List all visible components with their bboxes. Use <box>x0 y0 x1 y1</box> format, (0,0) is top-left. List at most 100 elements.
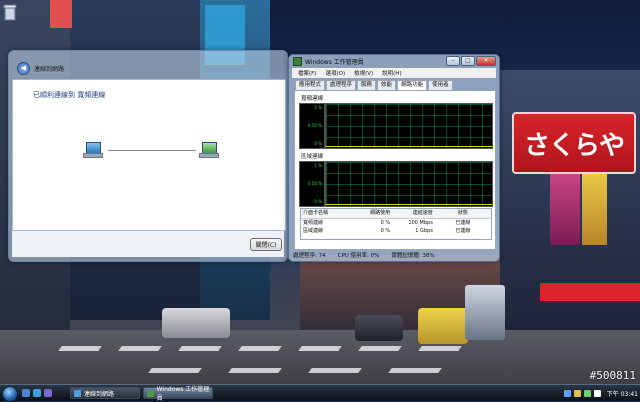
broadband-graph-axis: 1 % 0.50 % 0 % <box>299 103 325 149</box>
col-link-speed[interactable]: 連結速度 <box>392 209 435 218</box>
crosswalk-stripe <box>148 368 202 373</box>
connect-dialog: ◀ 連線到網路 已順利連線到 寬頻連線 關閉(C) <box>8 50 288 262</box>
tab-processes[interactable]: 處理程序 <box>326 80 357 90</box>
cell-speed: 100 Mbps <box>408 220 433 226</box>
taskmgr-icon <box>147 389 154 397</box>
local-graph-axis: 1 % 0.50 % 0 % <box>299 161 325 207</box>
window-close-button[interactable]: ✕ <box>476 56 496 66</box>
car <box>162 308 230 338</box>
back-button[interactable]: ◀ <box>17 61 30 75</box>
crosswalk-stripe <box>118 346 162 351</box>
usage-line <box>326 204 492 205</box>
crosswalk-stripe <box>58 346 102 351</box>
minimize-button[interactable]: – <box>446 56 460 66</box>
tab-applications[interactable]: 應用程式 <box>295 80 326 90</box>
tab-users[interactable]: 使用者 <box>428 80 453 90</box>
connection-line <box>108 150 196 151</box>
close-icon: ✕ <box>483 57 489 64</box>
taskmgr-menubar: 檔案(F) 選項(O) 檢視(V) 說明(H) <box>292 68 496 78</box>
quicklaunch-ie-icon[interactable] <box>33 389 41 397</box>
quicklaunch-switch-icon[interactable] <box>44 389 52 397</box>
taskbar-item-label: Windows 工作管理員 <box>156 386 210 402</box>
close-button[interactable]: 關閉(C) <box>250 238 282 251</box>
connection-message: 已順利連線到 寬頻連線 <box>33 91 106 99</box>
tray-volume-icon[interactable] <box>573 389 581 397</box>
status-memory: 實體記憶體: 38% <box>391 252 435 259</box>
maximize-icon: □ <box>465 57 471 64</box>
tray-taskmgr-icon[interactable] <box>583 389 591 397</box>
y-tick: 0 % <box>314 141 322 146</box>
crosswalk-stripe <box>358 346 402 351</box>
cell-name: 寬頻連線 <box>303 220 324 226</box>
taskbar-item-connect[interactable]: 連線到網路 <box>70 387 140 399</box>
crosswalk-stripe <box>308 368 362 373</box>
tray-network-icon[interactable] <box>563 389 571 397</box>
neon-sign <box>540 283 640 301</box>
clock[interactable]: 下午 03:41 <box>607 389 638 398</box>
cell-usage: 0 % <box>380 228 391 234</box>
crosswalk-stripe <box>178 346 222 351</box>
image-watermark: #500811 <box>589 369 636 382</box>
status-processes: 處理程序: 74 <box>293 252 326 259</box>
sign-text: さくらや <box>523 130 625 161</box>
usage-line <box>326 146 492 147</box>
tab-performance[interactable]: 效能 <box>377 80 397 90</box>
taxi <box>418 308 468 344</box>
taskbar: 連線到網路 Windows 工作管理員 下午 03:41 <box>0 384 640 402</box>
taskmgr-tabs: 應用程式 處理程序 服務 效能 網路功能 使用者 <box>295 80 453 91</box>
sakuraya-sign: さくらや <box>512 112 636 174</box>
back-arrow-icon: ◀ <box>20 64 27 72</box>
computer-icon <box>83 142 103 158</box>
crosswalk-stripe <box>388 368 442 373</box>
taskmgr-title: Windows 工作管理員 <box>305 58 364 66</box>
taskmgr-statusbar: 處理程序: 74 CPU 使用率: 0% 實體記憶體: 38% <box>293 250 495 259</box>
crosswalk-stripe <box>418 346 462 351</box>
network-icon <box>199 142 219 158</box>
crosswalk-stripe <box>298 346 342 351</box>
table-row[interactable]: 寬頻連線 0 % 100 Mbps 已連線 <box>301 219 491 227</box>
tray-input-icon[interactable] <box>593 389 601 397</box>
cell-usage: 0 % <box>380 220 391 226</box>
quicklaunch-desktop-icon[interactable] <box>22 389 30 397</box>
bus <box>465 285 505 340</box>
adapter-table: 介面卡名稱 網路使用 連結速度 狀態 寬頻連線 0 % 100 Mbps 已連線… <box>300 208 492 240</box>
table-row[interactable]: 區域連線 0 % 1 Gbps 已連線 <box>301 227 491 235</box>
cell-speed: 1 Gbps <box>415 228 433 234</box>
network-icon <box>74 389 81 397</box>
dialog-body: 已順利連線到 寬頻連線 <box>12 79 286 231</box>
col-state[interactable]: 狀態 <box>435 209 491 218</box>
taskbar-item-taskmgr[interactable]: Windows 工作管理員 <box>143 386 213 402</box>
menu-view[interactable]: 檢視(V) <box>354 69 373 77</box>
maximize-button[interactable]: □ <box>461 56 475 66</box>
taskmgr-titlebar[interactable]: Windows 工作管理員 – □ ✕ <box>289 55 499 67</box>
cell-state: 已連線 <box>455 228 471 234</box>
tab-services[interactable]: 服務 <box>357 80 377 90</box>
caption-buttons: – □ ✕ <box>446 56 496 66</box>
broadband-usage-graph <box>325 103 493 149</box>
cell-name: 區域連線 <box>303 228 324 234</box>
menu-options[interactable]: 選項(O) <box>325 69 345 77</box>
taskbar-item-label: 連線到網路 <box>84 390 115 398</box>
system-tray: 下午 03:41 <box>563 386 638 400</box>
street <box>0 330 640 384</box>
recycle-bin-icon[interactable] <box>2 4 18 22</box>
crosswalk-stripe <box>228 368 282 373</box>
col-network-usage[interactable]: 網路使用 <box>357 209 392 218</box>
local-usage-graph <box>325 161 493 207</box>
col-adapter-name[interactable]: 介面卡名稱 <box>301 209 357 218</box>
y-tick: 0 % <box>314 199 322 204</box>
task-manager-window: Windows 工作管理員 – □ ✕ 檔案(F) 選項(O) 檢視(V) 說明… <box>288 54 500 262</box>
local-section-label: 區域連線 <box>301 154 324 160</box>
neon-sign <box>550 165 580 245</box>
menu-help[interactable]: 說明(H) <box>382 69 401 77</box>
y-tick: 1 % <box>314 163 322 168</box>
neon-sign <box>50 0 72 28</box>
networking-panel: 寬頻連線 1 % 0.50 % 0 % 區域連線 1 % 0.50 % 0 % … <box>294 90 496 250</box>
minimize-icon: – <box>451 57 455 64</box>
car <box>355 315 403 341</box>
dialog-title: 連線到網路 <box>34 65 65 73</box>
y-tick: 0.50 % <box>308 181 322 186</box>
taskmgr-app-icon <box>293 56 302 66</box>
status-cpu: CPU 使用率: 0% <box>337 252 380 259</box>
menu-file[interactable]: 檔案(F) <box>298 69 316 77</box>
